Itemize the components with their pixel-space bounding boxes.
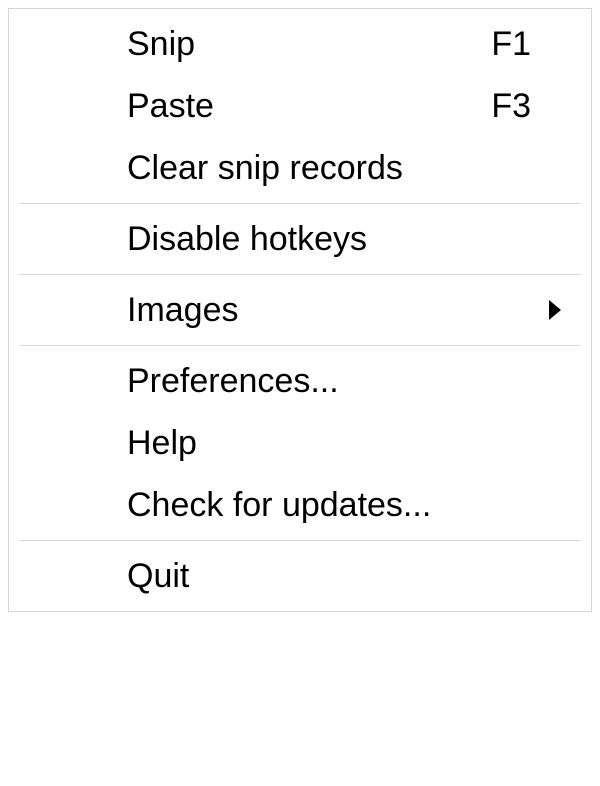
menu-item-clear-snip-records[interactable]: Clear snip records — [9, 137, 591, 199]
menu-item-label: Help — [127, 424, 531, 463]
menu-item-label: Clear snip records — [127, 149, 531, 188]
menu-item-label: Preferences... — [127, 362, 531, 401]
context-menu: Snip F1 Paste F3 Clear snip records Disa… — [8, 8, 592, 612]
menu-item-preferences[interactable]: Preferences... — [9, 350, 591, 412]
menu-item-label: Images — [127, 291, 531, 330]
menu-item-label: Check for updates... — [127, 486, 531, 525]
menu-item-paste[interactable]: Paste F3 — [9, 75, 591, 137]
menu-item-label: Paste — [127, 87, 481, 126]
menu-item-label: Disable hotkeys — [127, 220, 531, 259]
menu-separator — [19, 345, 581, 346]
menu-separator — [19, 203, 581, 204]
submenu-arrow-icon — [549, 300, 561, 320]
menu-separator — [19, 540, 581, 541]
menu-item-quit[interactable]: Quit — [9, 545, 591, 607]
menu-item-label: Quit — [127, 557, 531, 596]
menu-item-check-for-updates[interactable]: Check for updates... — [9, 474, 591, 536]
menu-item-shortcut: F1 — [481, 25, 531, 64]
menu-item-shortcut: F3 — [481, 87, 531, 126]
menu-item-help[interactable]: Help — [9, 412, 591, 474]
menu-item-images[interactable]: Images — [9, 279, 591, 341]
menu-item-snip[interactable]: Snip F1 — [9, 13, 591, 75]
menu-item-label: Snip — [127, 25, 481, 64]
menu-item-disable-hotkeys[interactable]: Disable hotkeys — [9, 208, 591, 270]
menu-separator — [19, 274, 581, 275]
